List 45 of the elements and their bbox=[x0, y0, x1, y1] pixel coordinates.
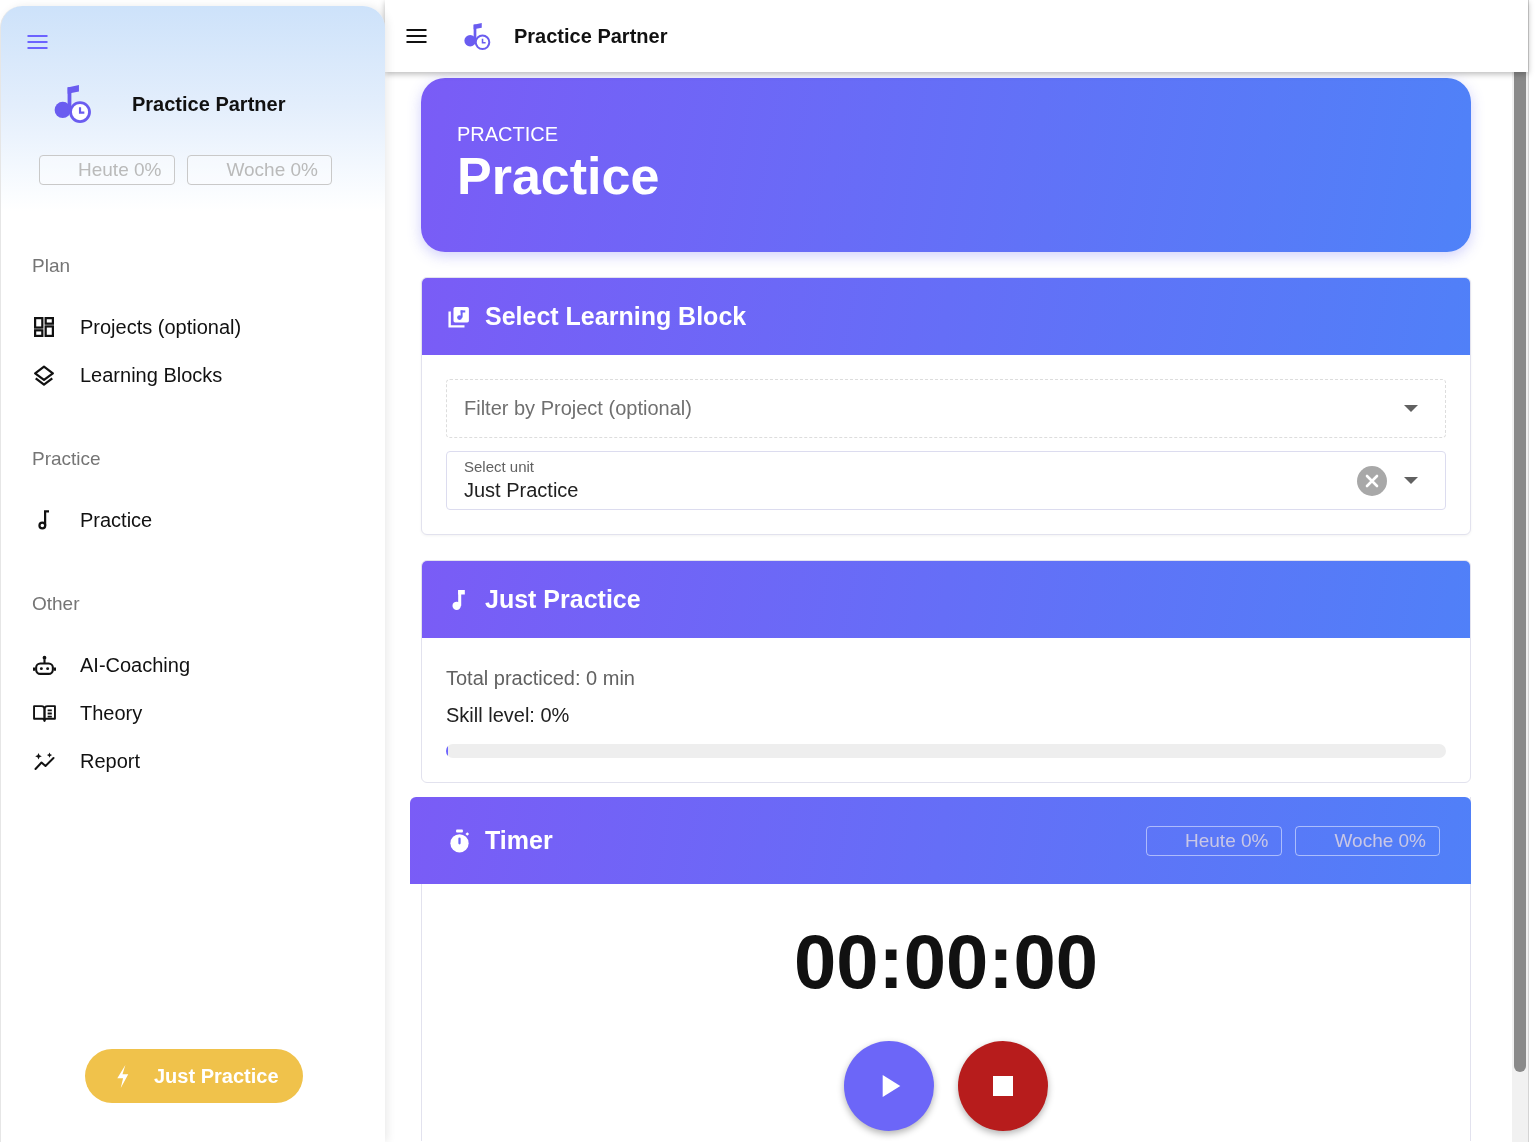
dashboard-icon bbox=[34, 317, 54, 337]
robot-icon bbox=[32, 655, 56, 675]
sparkle-trend-icon bbox=[32, 751, 56, 771]
stat-chip: Woche 0% bbox=[187, 155, 332, 185]
stop-icon bbox=[993, 1076, 1013, 1096]
section-title: Practice bbox=[32, 448, 101, 470]
project-filter-dropdown[interactable]: Filter by Project (optional) bbox=[446, 379, 1446, 438]
nav-item[interactable]: Learning Blocks bbox=[1, 351, 385, 399]
app-name: Practice Partner bbox=[132, 92, 286, 116]
music-library-icon bbox=[448, 305, 470, 328]
music-note-icon bbox=[452, 588, 466, 611]
music-note-icon bbox=[38, 510, 50, 530]
card-title: Timer bbox=[485, 826, 553, 855]
note-clock-logo-icon bbox=[54, 84, 92, 124]
note-clock-logo-icon bbox=[464, 21, 491, 51]
card-title: Just Practice bbox=[485, 585, 641, 614]
stop-button[interactable] bbox=[958, 1041, 1048, 1131]
timer-display: 00:00:00 bbox=[793, 918, 1099, 1006]
stat-chip: Woche 0% bbox=[1295, 825, 1440, 856]
nav-item[interactable]: AI-Coaching bbox=[1, 641, 385, 689]
card-title: Select Learning Block bbox=[485, 302, 747, 331]
scrollbar-thumb[interactable] bbox=[1514, 72, 1526, 1072]
layers-icon bbox=[34, 364, 54, 386]
field-label: Select unit bbox=[464, 458, 535, 476]
stat-chip: Heute 0% bbox=[1146, 825, 1283, 856]
caret-icon[interactable] bbox=[1404, 405, 1418, 412]
nav-item[interactable]: Practice bbox=[1, 496, 385, 544]
page-overline: PRACTICE bbox=[457, 122, 559, 146]
page-title: Practice bbox=[457, 146, 660, 206]
skill-level-text: Skill level: 0% bbox=[446, 703, 570, 728]
section-title: Other bbox=[32, 593, 80, 615]
nav-item[interactable]: Report bbox=[1, 737, 385, 785]
caret-icon[interactable] bbox=[1404, 477, 1418, 484]
stopwatch-icon bbox=[448, 828, 470, 853]
nav-item[interactable]: Theory bbox=[1, 689, 385, 737]
nav-item[interactable]: Projects (optional) bbox=[1, 303, 385, 351]
open-book-icon bbox=[32, 704, 56, 722]
app-title: Practice Partner bbox=[514, 24, 668, 48]
section-title: Plan bbox=[32, 255, 71, 277]
stat-chip: Heute 0% bbox=[39, 155, 176, 185]
play-icon bbox=[882, 1075, 901, 1097]
play-button[interactable] bbox=[844, 1041, 934, 1131]
lightning-icon bbox=[116, 1064, 129, 1088]
menu-icon[interactable] bbox=[405, 29, 427, 43]
total-practiced-text: Total practiced: 0 min bbox=[446, 666, 635, 691]
